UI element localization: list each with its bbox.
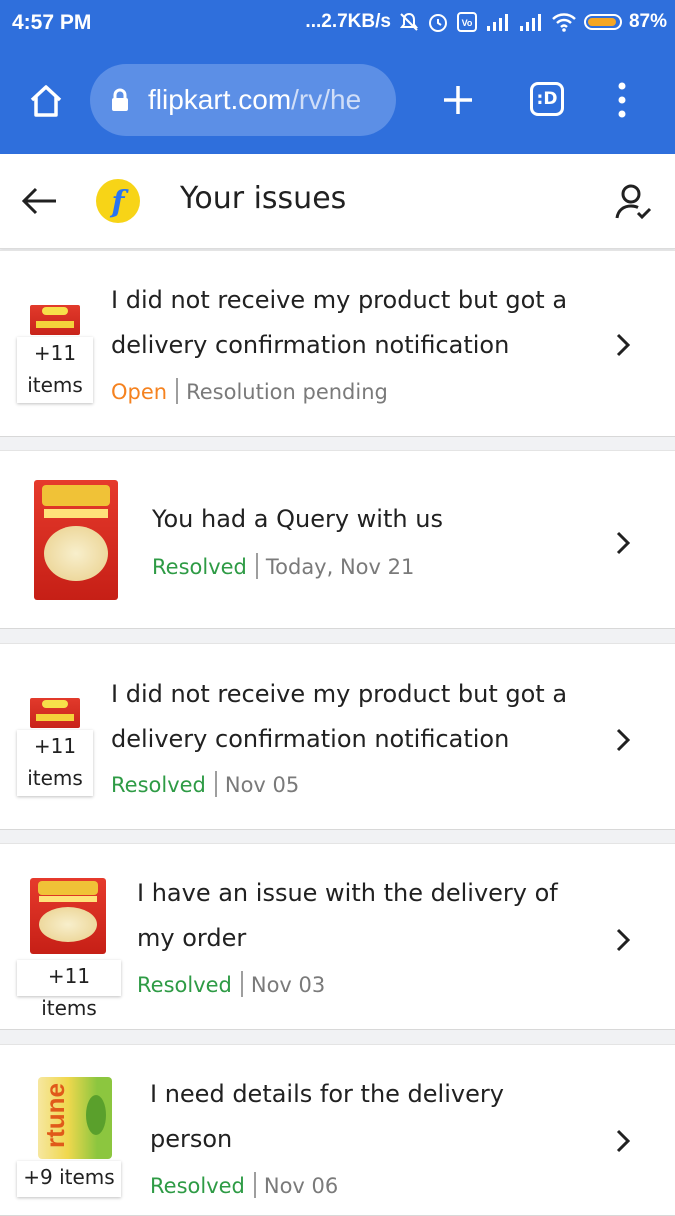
user-check-icon <box>615 184 652 220</box>
logo-letter: f <box>111 184 125 220</box>
product-thumbnail <box>30 698 80 728</box>
home-button[interactable] <box>24 80 68 124</box>
issue-title: I need details for the delivery person <box>150 1072 504 1162</box>
chevron-right-icon <box>616 728 631 752</box>
browser-toolbar: flipkart.com/rv/he :D <box>0 50 675 154</box>
app-header: f Your issues <box>0 154 675 249</box>
plus-icon <box>444 86 472 114</box>
battery-icon <box>583 14 622 30</box>
issue-status-line: Resolved Nov 03 <box>137 971 325 997</box>
status-bar: 4:57 PM ...2.7KB/s Vo 87% <box>0 0 675 50</box>
arrow-left-icon <box>21 187 56 215</box>
issue-status-line: Resolved Nov 06 <box>150 1172 338 1198</box>
divider <box>240 971 243 997</box>
issue-status-line: Resolved Nov 05 <box>111 771 299 797</box>
home-icon <box>30 85 62 117</box>
status-badge: Open <box>111 380 168 404</box>
issue-title: I have an issue with the delivery of my … <box>137 871 558 961</box>
divider <box>253 1172 256 1198</box>
items-label: items <box>27 766 83 790</box>
url-text: flipkart.com/rv/he <box>148 84 361 116</box>
wifi-icon <box>551 12 577 32</box>
page-title: Your issues <box>180 181 347 216</box>
issue-title: I did not receive my product but got a d… <box>111 278 567 368</box>
signal-icon-2 <box>518 12 544 32</box>
status-badge: Resolved <box>152 555 247 579</box>
issue-title-line: I did not receive my product but got a <box>111 680 568 708</box>
items-count-badge: +9 items <box>17 1161 121 1197</box>
lock-icon <box>110 88 130 112</box>
items-count: +11 <box>33 341 77 365</box>
status-detail: Resolution pending <box>186 380 388 404</box>
chevron-right-icon <box>616 1129 631 1153</box>
issue-card[interactable]: +11 items I did not receive my product b… <box>0 250 675 437</box>
status-detail: Nov 05 <box>224 773 300 797</box>
browser-menu-button[interactable] <box>612 80 632 120</box>
issue-title-line: person <box>150 1125 233 1153</box>
divider <box>176 378 179 404</box>
chevron-right-icon <box>616 928 631 952</box>
issue-card[interactable]: +11 items I did not receive my product b… <box>0 643 675 830</box>
issue-title-line: You had a Query with us <box>152 505 443 533</box>
new-tab-button[interactable] <box>440 82 476 118</box>
issue-title: I did not receive my product but got a d… <box>111 672 567 762</box>
address-bar[interactable]: flipkart.com/rv/he <box>90 64 396 136</box>
svg-text:Vo: Vo <box>462 18 473 28</box>
issue-title-line: delivery confirmation notification <box>111 725 510 753</box>
status-detail: Today, Nov 21 <box>265 555 415 579</box>
signal-icon-1 <box>485 12 511 32</box>
chevron-right-icon <box>616 333 631 357</box>
issue-title-line: delivery confirmation notification <box>111 331 510 359</box>
product-thumbnail: rtune <box>38 1077 112 1159</box>
items-count-badge: +11 items <box>17 960 121 1020</box>
issue-title-line: I have an issue with the delivery of <box>137 879 558 907</box>
volte-icon: Vo <box>456 11 478 33</box>
network-speed: ...2.7KB/s <box>305 11 391 32</box>
status-badge: Resolved <box>111 773 206 797</box>
product-thumbnail <box>30 305 80 335</box>
account-button[interactable] <box>614 182 654 222</box>
tabs-button[interactable]: :D <box>530 82 564 116</box>
flipkart-logo[interactable]: f <box>96 179 140 223</box>
issue-title: You had a Query with us <box>152 497 443 542</box>
status-time: 4:57 PM <box>12 11 92 34</box>
issue-card[interactable]: You had a Query with us Resolved Today, N… <box>0 450 675 629</box>
items-count: +11 <box>33 734 77 758</box>
url-host: flipkart.com <box>148 84 292 115</box>
status-detail: Nov 06 <box>263 1174 339 1198</box>
status-badge: Resolved <box>150 1174 245 1198</box>
chevron-right-icon <box>616 531 631 555</box>
divider <box>255 553 258 579</box>
items-label: items <box>27 373 83 397</box>
issue-title-line: I need details for the delivery <box>150 1080 504 1108</box>
product-thumbnail <box>34 480 118 600</box>
issue-title-line: my order <box>137 924 247 952</box>
issue-status-line: Open Resolution pending <box>111 378 388 404</box>
issue-title-line: I did not receive my product but got a <box>111 286 568 314</box>
product-thumbnail <box>30 878 106 954</box>
issue-card[interactable]: +11 items I have an issue with the deliv… <box>0 843 675 1030</box>
battery-level: 87% <box>628 11 667 32</box>
status-badge: Resolved <box>137 973 232 997</box>
url-path: /rv/he <box>291 84 362 115</box>
issue-status-line: Resolved Today, Nov 21 <box>152 553 414 579</box>
back-button[interactable] <box>18 180 60 222</box>
issue-card[interactable]: rtune +9 items I need details for the de… <box>0 1044 675 1216</box>
status-icons: ...2.7KB/s Vo 87% <box>305 11 667 33</box>
bell-muted-icon <box>398 11 420 33</box>
divider <box>214 771 217 797</box>
alarm-icon <box>427 11 449 33</box>
items-count-badge: +11 items <box>17 730 93 796</box>
status-detail: Nov 03 <box>250 973 326 997</box>
more-vert-icon <box>618 82 626 118</box>
items-count-badge: +11 items <box>17 337 93 403</box>
